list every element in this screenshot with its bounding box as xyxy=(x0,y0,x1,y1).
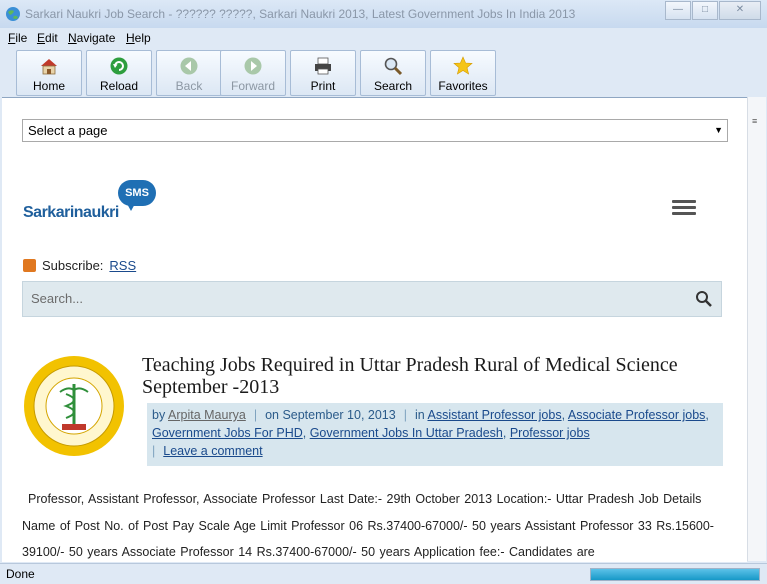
menu-navigate[interactable]: Navigate xyxy=(68,31,115,45)
author-link[interactable]: Arpita Maurya xyxy=(168,408,246,422)
meta-by-label: by xyxy=(152,408,166,422)
category-link[interactable]: Assistant Professor jobs xyxy=(428,408,562,422)
logo-text: Sarkarinaukri xyxy=(23,204,119,221)
hamburger-menu-icon[interactable] xyxy=(672,200,696,218)
close-button[interactable]: ✕ xyxy=(719,1,761,20)
search-input[interactable] xyxy=(29,290,673,307)
sms-badge: SMS xyxy=(118,180,156,206)
category-link[interactable]: Professor jobs xyxy=(510,426,590,440)
progress-fill xyxy=(591,569,759,580)
category-link[interactable]: Government Jobs In Uttar Pradesh xyxy=(310,426,503,440)
site-logo[interactable]: SMS Sarkarinaukri xyxy=(22,180,162,230)
menu-file[interactable]: File xyxy=(8,31,27,45)
post-date: on September 10, 2013 xyxy=(265,408,396,422)
leave-comment-link[interactable]: Leave a comment xyxy=(163,444,262,458)
status-bar: Done xyxy=(0,563,767,584)
post-meta: by Arpita Maurya | on September 10, 2013 | i… xyxy=(147,403,723,466)
printer-icon xyxy=(315,57,331,75)
progress-bar xyxy=(590,568,760,581)
web-content: Select a page ▼ SMS Sarkarinaukri Subscr… xyxy=(2,97,747,562)
window-title: Sarkari Naukri Job Search - ?????? ?????… xyxy=(25,7,576,21)
rss-link[interactable]: RSS xyxy=(109,258,136,273)
print-button[interactable]: Print xyxy=(290,50,356,96)
toolbar: Home Reload Back Forward Print Search Fa… xyxy=(0,48,767,96)
reload-button[interactable]: Reload xyxy=(86,50,152,96)
menu-help[interactable]: Help xyxy=(126,31,151,45)
meta-in-label: in xyxy=(414,408,425,422)
post-body: Professor, Assistant Professor, Associat… xyxy=(22,492,714,559)
rss-icon xyxy=(23,259,36,272)
category-link[interactable]: Associate Professor jobs xyxy=(568,408,706,422)
home-button[interactable]: Home xyxy=(16,50,82,96)
sms-bubble-tail xyxy=(126,202,136,211)
minimize-button[interactable]: — xyxy=(665,1,691,20)
globe-icon xyxy=(6,7,20,21)
page-select-dropdown[interactable]: Select a page ▼ xyxy=(22,119,728,142)
subscribe-row: Subscribe: RSS xyxy=(23,258,136,273)
back-button[interactable]: Back xyxy=(156,50,222,96)
home-icon xyxy=(41,59,57,75)
magnifier-icon xyxy=(384,57,403,76)
status-text: Done xyxy=(6,567,35,581)
category-link[interactable]: Government Jobs For PHD xyxy=(152,426,303,440)
window-controls: — □ ✕ xyxy=(665,1,761,20)
search-icon[interactable] xyxy=(695,290,713,308)
favorites-button[interactable]: Favorites xyxy=(430,50,496,96)
menu-bar: File Edit Navigate Help xyxy=(0,28,767,48)
post-title[interactable]: Teaching Jobs Required in Uttar Pradesh … xyxy=(142,354,722,398)
medical-institute-seal-icon xyxy=(24,356,124,456)
back-arrow-icon xyxy=(180,57,198,75)
dropdown-arrow-icon: ▼ xyxy=(714,125,723,135)
star-icon xyxy=(453,56,473,75)
vertical-scrollbar[interactable]: ≡ xyxy=(747,97,766,561)
title-bar: Sarkari Naukri Job Search - ?????? ?????… xyxy=(0,0,767,28)
subscribe-label: Subscribe: xyxy=(42,258,104,273)
forward-button[interactable]: Forward xyxy=(220,50,286,96)
forward-arrow-icon xyxy=(244,57,262,75)
site-search xyxy=(22,281,722,317)
scroll-grip-icon[interactable]: ≡ xyxy=(752,117,762,129)
search-button[interactable]: Search xyxy=(360,50,426,96)
menu-edit[interactable]: Edit xyxy=(37,31,58,45)
maximize-button[interactable]: □ xyxy=(692,1,718,20)
reload-icon xyxy=(110,57,128,75)
